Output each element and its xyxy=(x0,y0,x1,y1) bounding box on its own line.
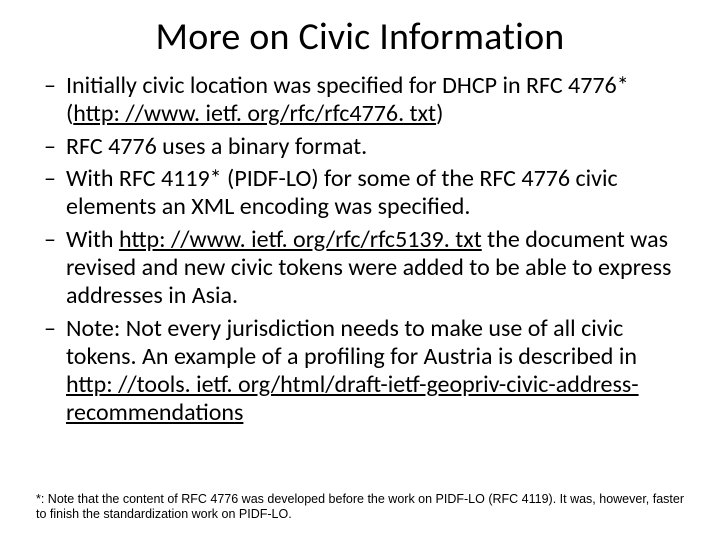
text: RFC 4776 uses a binary format. xyxy=(66,132,367,161)
text: With xyxy=(66,225,119,254)
link-rfc5139[interactable]: http: //www. ietf. org/rfc/rfc5139. txt xyxy=(119,225,482,254)
link-rfc4776[interactable]: http: //www. ietf. org/rfc/rfc4776. txt xyxy=(73,99,436,128)
list-item: Initially civic location was specified f… xyxy=(44,72,684,129)
list-item: With http: //www. ietf. org/rfc/rfc5139.… xyxy=(44,226,684,311)
list-item: With RFC 4119* (PIDF-LO) for some of the… xyxy=(44,165,684,222)
link-draft-ietf[interactable]: http: //tools. ietf. org/html/draft-ietf… xyxy=(66,370,639,427)
list-item: Note: Not every jurisdiction needs to ma… xyxy=(44,315,684,428)
text: ) xyxy=(436,99,443,128)
text: With RFC 4119* (PIDF-LO) for some of the… xyxy=(66,164,618,221)
slide-title: More on Civic Information xyxy=(36,14,684,60)
list-item: RFC 4776 uses a binary format. xyxy=(44,133,684,161)
slide: More on Civic Information Initially civi… xyxy=(0,0,720,540)
text: Note: Not every jurisdiction needs to ma… xyxy=(66,314,637,371)
bullet-list: Initially civic location was specified f… xyxy=(36,72,684,428)
footnote-text: *: Note that the content of RFC 4776 was… xyxy=(36,492,684,522)
